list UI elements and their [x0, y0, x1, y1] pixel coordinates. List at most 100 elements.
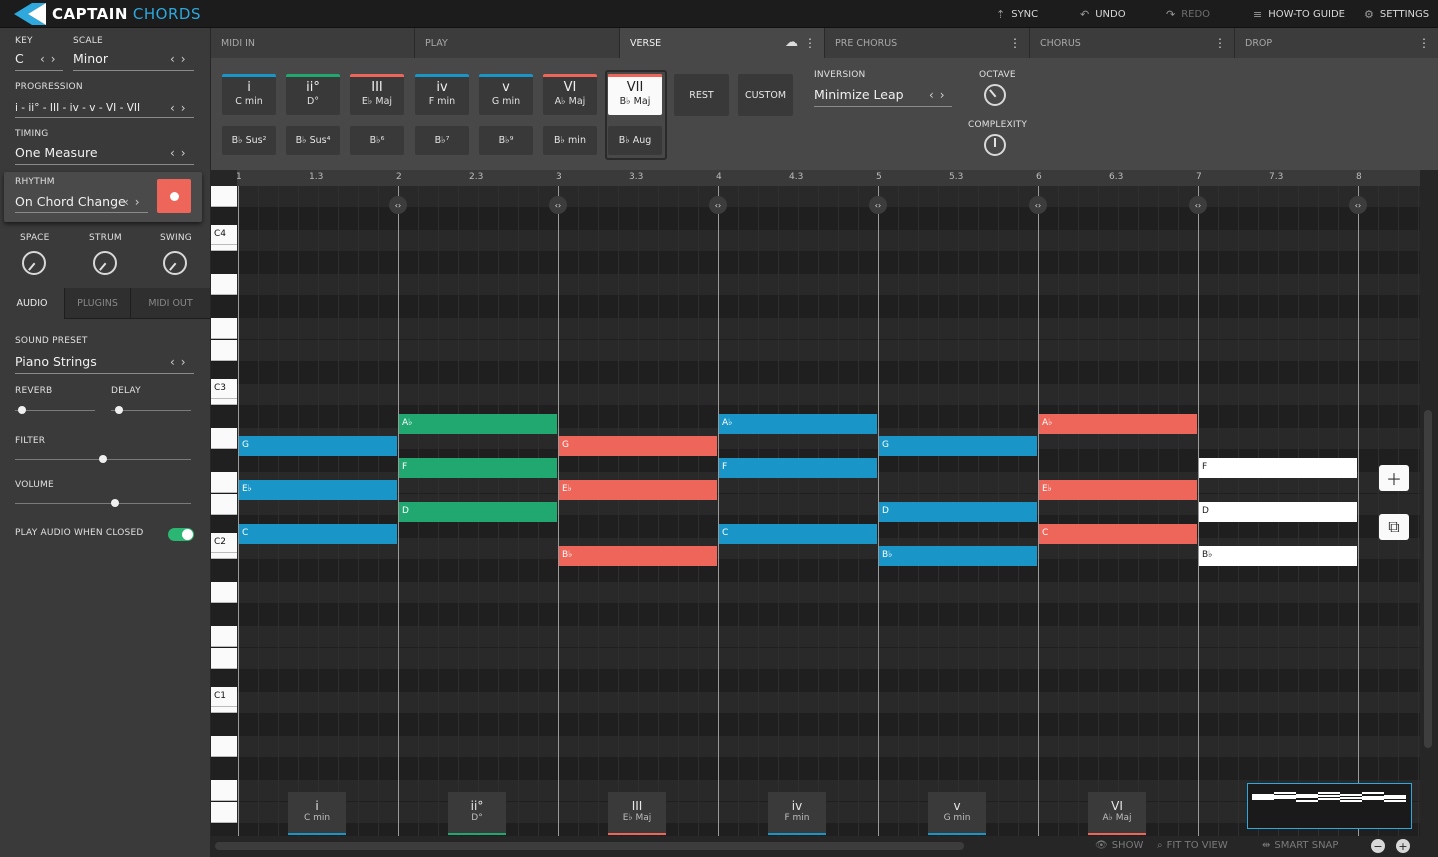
- custom-button[interactable]: CUSTOM: [738, 74, 793, 116]
- more-icon[interactable]: ⋮: [804, 36, 816, 50]
- chord-chip-VI[interactable]: VI A♭ Maj: [543, 74, 597, 115]
- midi-note[interactable]: B♭: [559, 546, 717, 566]
- section-pre-chorus[interactable]: PRE CHORUS ⋮: [825, 28, 1030, 58]
- timeline-chord-block[interactable]: III E♭ Maj: [608, 792, 666, 835]
- midi-note[interactable]: G: [879, 436, 1037, 456]
- section-chorus[interactable]: CHORUS ⋮: [1030, 28, 1235, 58]
- octave-knob[interactable]: [984, 84, 1006, 106]
- chord-chip-ii°[interactable]: ii° D°: [286, 74, 340, 115]
- delay-thumb[interactable]: [115, 406, 123, 414]
- midi-note[interactable]: E♭: [559, 480, 717, 500]
- white-key[interactable]: [211, 274, 237, 295]
- duplicate-button[interactable]: ⧉: [1379, 514, 1409, 540]
- section-drop[interactable]: DROP ⋮: [1235, 28, 1438, 58]
- piano-roll-grid[interactable]: ‹› ‹› ‹› ‹› ‹› ‹› ‹› G E♭ C A♭ F D G E♭ B♭ A♭ F C G D B♭ A♭ E♭ C…: [237, 186, 1420, 836]
- rest-button[interactable]: REST: [674, 74, 729, 116]
- more-icon[interactable]: ⋮: [1009, 36, 1021, 50]
- c-key[interactable]: C2: [211, 533, 237, 553]
- midi-note[interactable]: D: [399, 502, 557, 522]
- section-midi-in[interactable]: MIDI IN: [211, 28, 415, 58]
- complexity-knob[interactable]: [984, 134, 1006, 156]
- timeline-chord-block[interactable]: vG min: [928, 792, 986, 835]
- chord-split-handle[interactable]: ‹›: [869, 196, 887, 214]
- volume-slider[interactable]: [15, 503, 191, 504]
- zoom-out-button[interactable]: −: [1371, 839, 1385, 853]
- midi-note[interactable]: C: [1039, 524, 1197, 544]
- sound-preset-arrows[interactable]: ‹›: [170, 355, 192, 369]
- white-key[interactable]: [211, 318, 237, 339]
- add-note-button[interactable]: ＋: [1379, 465, 1409, 491]
- white-key[interactable]: [211, 626, 237, 647]
- minimap[interactable]: [1247, 783, 1412, 829]
- midi-note[interactable]: D: [879, 502, 1037, 522]
- white-key[interactable]: [211, 340, 237, 361]
- midi-note[interactable]: E♭: [1039, 480, 1197, 500]
- timeline-ruler[interactable]: 1 1.3 2 2.3 3 3.3 4 4.3 5 5.3 6 6.3 7 7.3 8: [236, 170, 1420, 186]
- c-key[interactable]: C1: [211, 687, 237, 707]
- white-key[interactable]: [211, 648, 237, 669]
- key-value[interactable]: C: [15, 51, 24, 66]
- chord-chip-iv[interactable]: iv F min: [415, 74, 469, 115]
- midi-note[interactable]: F: [399, 458, 557, 478]
- white-key[interactable]: [211, 780, 237, 801]
- section-play[interactable]: PLAY: [415, 28, 620, 58]
- midi-note[interactable]: C: [239, 524, 397, 544]
- chord-split-handle[interactable]: ‹›: [1349, 196, 1367, 214]
- chord-split-handle[interactable]: ‹›: [1029, 196, 1047, 214]
- tab-midi-out[interactable]: MIDI OUT: [131, 288, 210, 319]
- piano-keyboard[interactable]: C4 C3 C2 C1: [211, 186, 237, 836]
- white-key[interactable]: [211, 472, 237, 493]
- inversion-value[interactable]: Minimize Leap: [814, 87, 904, 102]
- midi-note[interactable]: B♭: [1199, 546, 1357, 566]
- cloud-upload-icon[interactable]: ☁: [785, 35, 798, 50]
- more-icon[interactable]: ⋮: [1418, 36, 1430, 50]
- timeline-chord-block[interactable]: VI A♭ Maj: [1088, 792, 1146, 835]
- c-key[interactable]: C4: [211, 225, 237, 245]
- black-key[interactable]: [211, 560, 237, 582]
- chord-chip-v[interactable]: vG min: [479, 74, 533, 115]
- chord-variation-button[interactable]: B♭⁷: [415, 126, 469, 155]
- delay-slider[interactable]: [111, 410, 191, 411]
- midi-note[interactable]: E♭: [239, 480, 397, 500]
- strum-knob[interactable]: [93, 251, 117, 275]
- inversion-arrows[interactable]: ‹›: [929, 88, 951, 102]
- chord-chip-III[interactable]: III E♭ Maj: [350, 74, 404, 115]
- volume-thumb[interactable]: [111, 499, 120, 507]
- midi-note[interactable]: B♭: [879, 546, 1037, 566]
- black-key[interactable]: [211, 450, 237, 472]
- chord-variation-button[interactable]: B♭ Sus²: [222, 126, 276, 155]
- more-icon[interactable]: ⋮: [1214, 36, 1226, 50]
- how-to-guide-button[interactable]: ≡ HOW-TO GUIDE: [1253, 0, 1345, 28]
- midi-note[interactable]: C: [719, 524, 877, 544]
- settings-button[interactable]: ⚙ SETTINGS: [1364, 0, 1429, 28]
- white-key[interactable]: [211, 494, 237, 515]
- white-key[interactable]: [211, 582, 237, 603]
- midi-note[interactable]: G: [559, 436, 717, 456]
- vertical-scrollbar[interactable]: [1424, 410, 1432, 748]
- black-key[interactable]: [211, 252, 237, 274]
- horizontal-scrollbar[interactable]: [215, 842, 964, 850]
- progression-arrows[interactable]: ‹›: [170, 101, 192, 115]
- timeline-chord-block[interactable]: ii° D°: [448, 792, 506, 835]
- scale-arrows[interactable]: ‹›: [170, 52, 192, 66]
- chord-chip-i[interactable]: iC min: [222, 74, 276, 115]
- chord-split-handle[interactable]: ‹›: [549, 196, 567, 214]
- undo-button[interactable]: ↶ UNDO: [1080, 0, 1126, 28]
- swing-knob[interactable]: [163, 251, 187, 275]
- chord-variation-button[interactable]: B♭ Aug: [608, 126, 662, 155]
- zoom-in-button[interactable]: +: [1396, 839, 1410, 853]
- timeline-chord-block[interactable]: iC min: [288, 792, 346, 835]
- midi-note[interactable]: A♭: [399, 414, 557, 434]
- timing-arrows[interactable]: ‹›: [170, 146, 192, 160]
- space-knob[interactable]: [22, 251, 46, 275]
- tab-audio[interactable]: AUDIO: [0, 288, 65, 319]
- show-button[interactable]: 👁 SHOW: [1095, 840, 1143, 851]
- key-arrows[interactable]: ‹›: [40, 52, 62, 66]
- smart-snap-button[interactable]: ⇹ SMART SNAP: [1262, 840, 1338, 851]
- record-rhythm-button[interactable]: [157, 179, 191, 213]
- rhythm-arrows[interactable]: ‹›: [124, 195, 146, 209]
- timeline-chord-block[interactable]: iv F min: [768, 792, 826, 835]
- white-key[interactable]: [211, 186, 237, 207]
- redo-button[interactable]: ↷ REDO: [1166, 0, 1210, 28]
- black-key[interactable]: [211, 406, 237, 428]
